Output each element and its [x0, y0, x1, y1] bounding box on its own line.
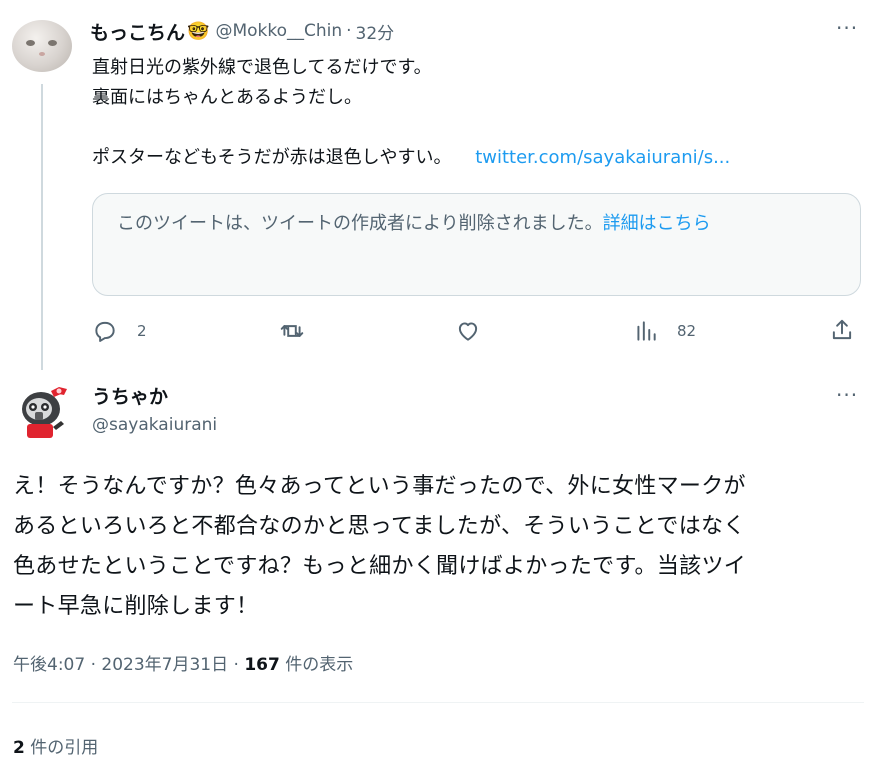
reply-line-3: ポスターなどもそうだが赤は退色しやすい。	[92, 147, 452, 168]
tweet-text-line-2: あるといろいろと不都合なのかと思ってましたが、そういうことではなく	[13, 514, 746, 539]
timestamp[interactable]: 32分	[356, 19, 395, 44]
tweet-meta: 午後4:07 · 2023年7月31日 · 167 件の表示	[13, 650, 353, 675]
display-name[interactable]: もっこちん	[90, 18, 185, 45]
reply-line-1: 直射日光の紫外線で退色してるだけです。	[92, 57, 432, 78]
handle[interactable]: @Mokko__Chin	[215, 21, 342, 41]
share-icon[interactable]	[829, 317, 855, 343]
details-link[interactable]: 詳細はこちら	[603, 213, 711, 234]
tweet-text: え！そうなんですか？色々あってという事だったので、外に女性マークが あるといろい…	[13, 467, 868, 627]
cat-eye-left	[26, 40, 35, 46]
views-count: 82	[677, 322, 697, 340]
deleted-notice: このツイートは、ツイートの作成者により削除されました。	[117, 213, 603, 234]
reply-text: 直射日光の紫外線で退色してるだけです。 裏面にはちゃんとあるようだし。 ポスター…	[92, 53, 852, 173]
tweet-text-line-1: え！そうなんですか？色々あってという事だったので、外に女性マークが	[13, 474, 746, 499]
cat-nose	[39, 52, 45, 56]
quotes-number: 2	[13, 738, 25, 758]
deleted-quote-box: このツイートは、ツイートの作成者により削除されました。詳細はこちら	[92, 193, 861, 296]
avatar[interactable]	[12, 20, 72, 72]
separator: ·	[346, 21, 352, 41]
quotes-link[interactable]: 2 件の引用	[13, 733, 98, 758]
reply-line-2: 裏面にはちゃんとあるようだし。	[92, 87, 362, 108]
more-options-icon[interactable]: ···	[836, 16, 858, 40]
quotes-label: 件の引用	[24, 738, 99, 758]
views-label: 件の表示	[279, 655, 354, 675]
nerd-face-emoji-icon: 🤓	[187, 20, 210, 42]
cat-eye-right	[48, 40, 57, 46]
thread-line	[41, 84, 43, 370]
tweet-text-line-3: 色あせたということですね？もっと細かく聞けばよかったです。当該ツイ	[13, 554, 747, 579]
divider	[12, 702, 864, 703]
reply-count: 2	[137, 322, 147, 340]
avatar[interactable]	[13, 377, 73, 441]
post-timestamp[interactable]: 午後4:07 · 2023年7月31日 ·	[13, 655, 244, 675]
like-icon[interactable]	[455, 318, 481, 344]
reply-header: もっこちん 🤓 @Mokko__Chin · 32分	[90, 18, 394, 44]
display-name[interactable]: うちゃか	[92, 382, 168, 409]
views-number: 167	[244, 655, 280, 675]
handle[interactable]: @sayakaiurani	[92, 415, 217, 435]
reply-icon[interactable]	[92, 318, 118, 344]
more-options-icon[interactable]: ···	[836, 383, 858, 407]
tweet-link[interactable]: twitter.com/sayakaiurani/s...	[475, 147, 730, 168]
tweet-text-line-4: ート早急に削除します！	[13, 594, 259, 619]
retweet-icon[interactable]	[279, 318, 305, 344]
views-icon[interactable]	[633, 318, 659, 344]
